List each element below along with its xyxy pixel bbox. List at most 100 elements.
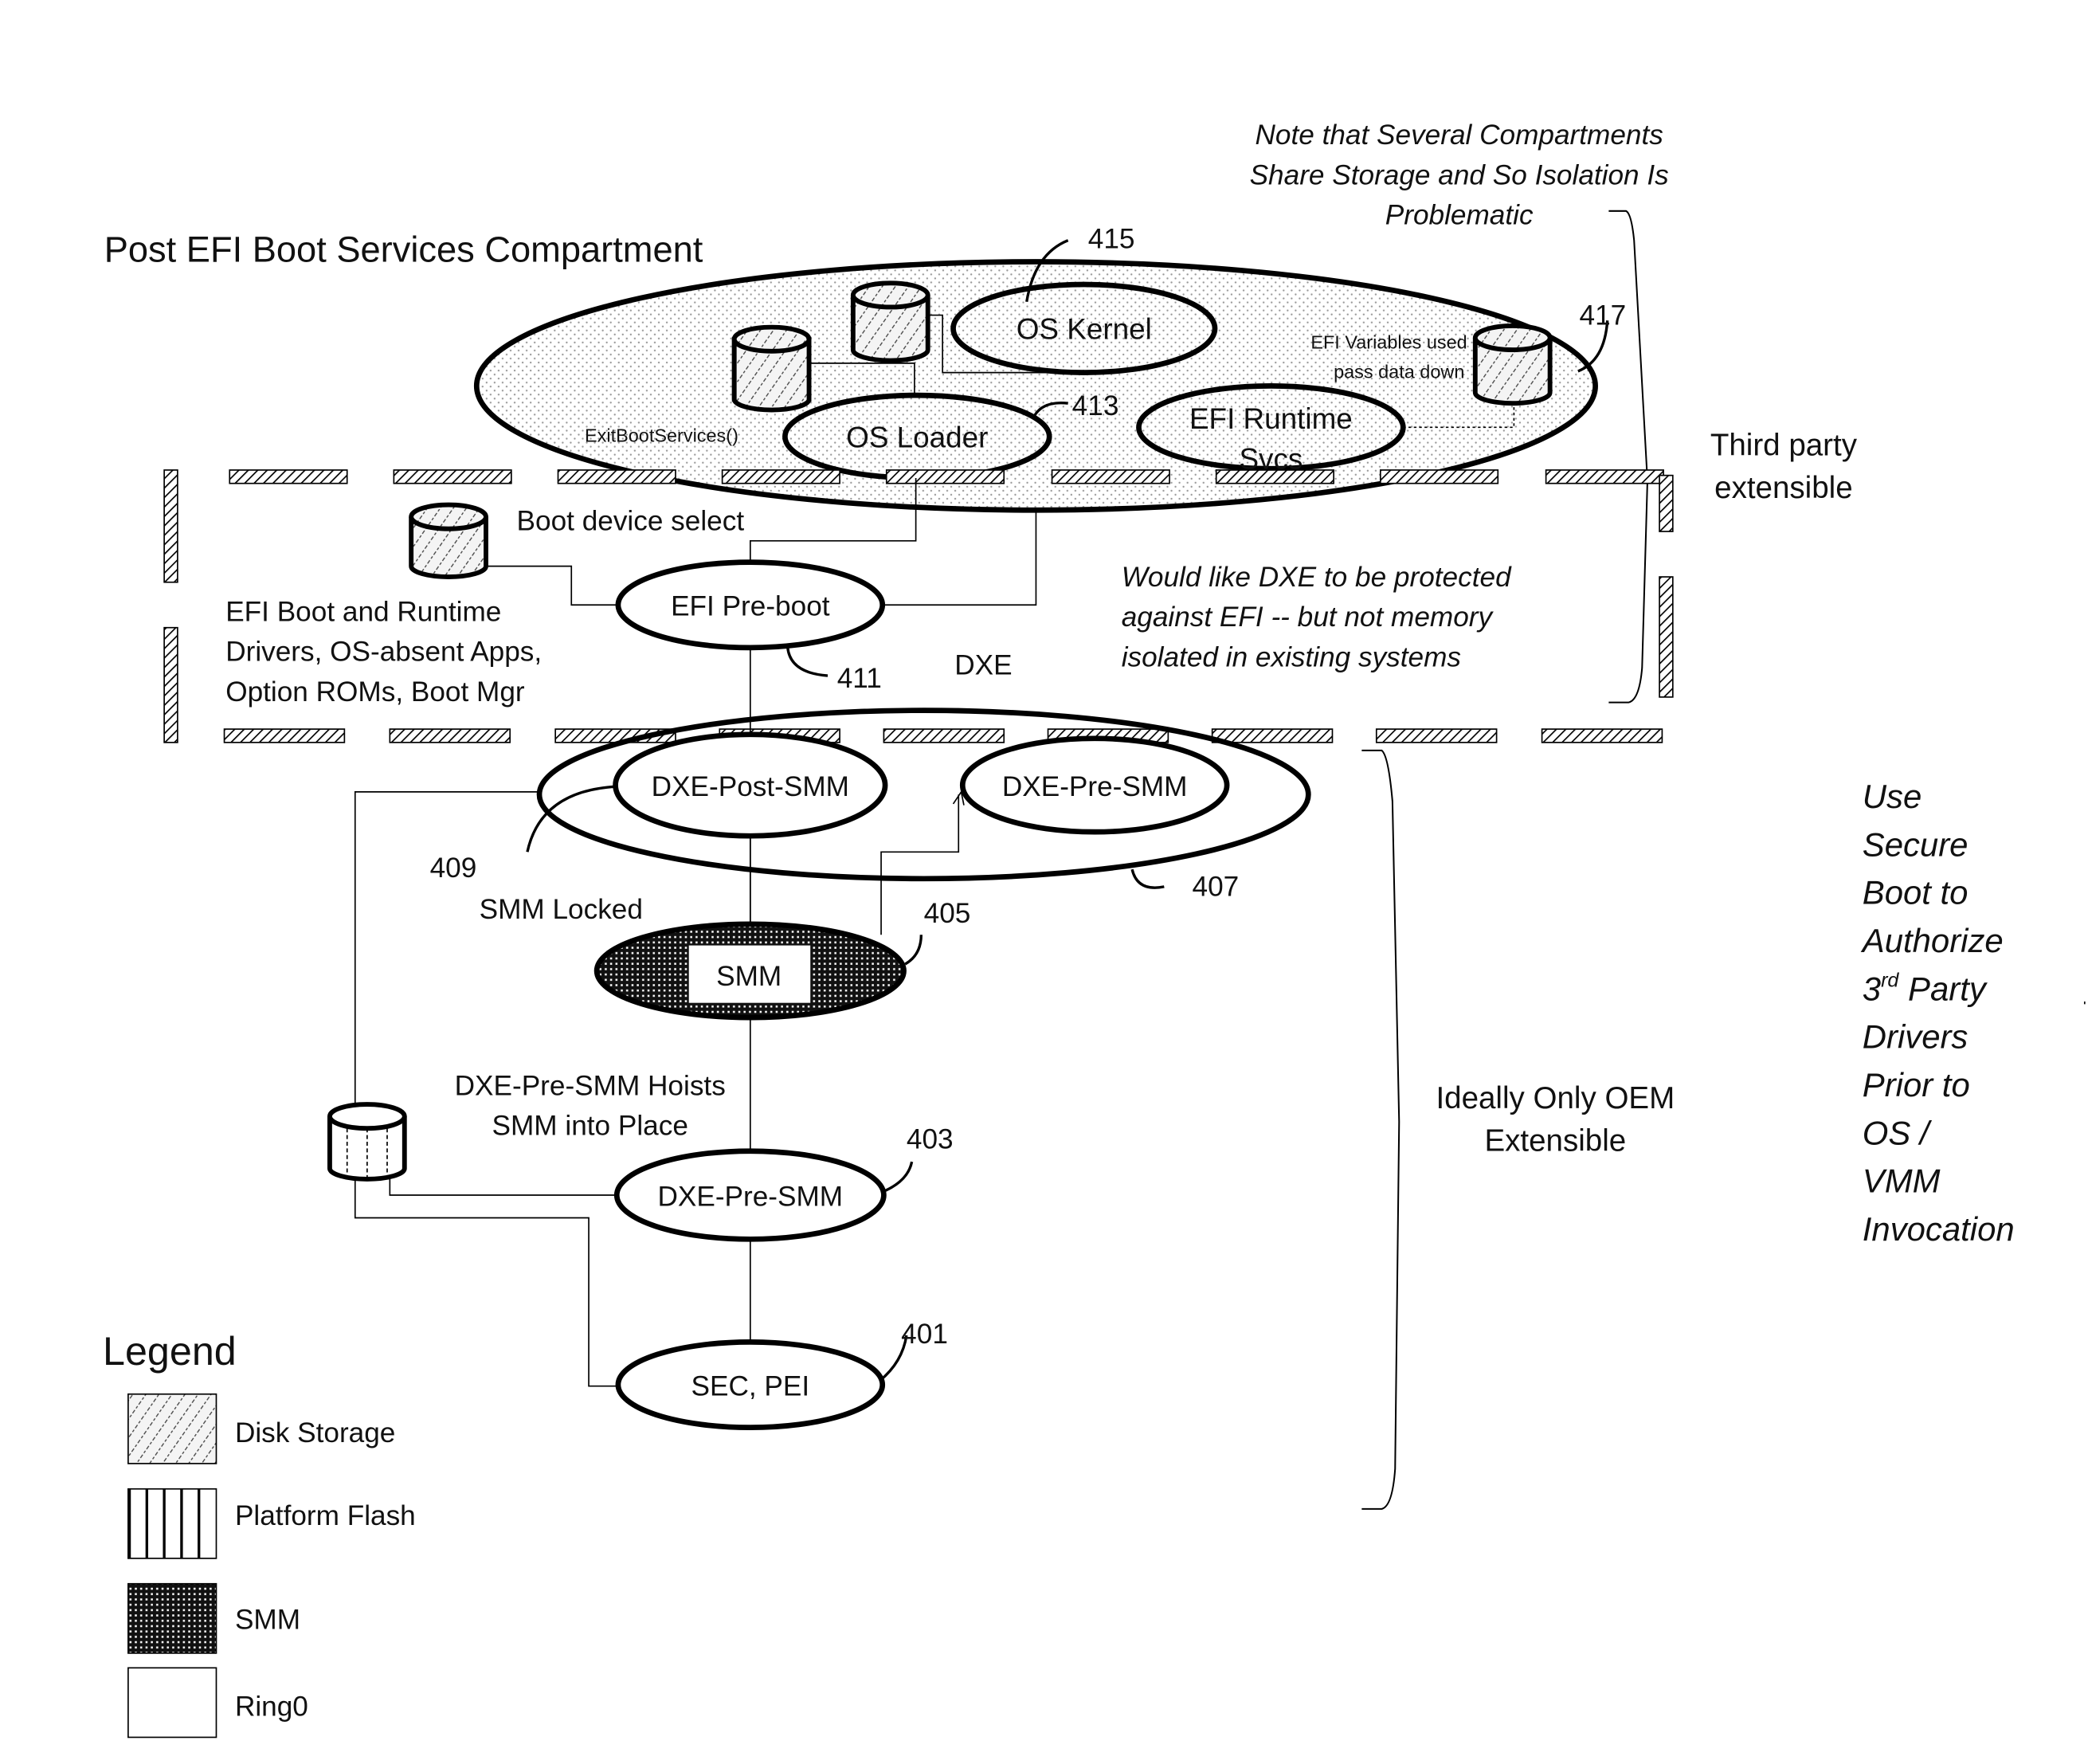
ref-403: 403 bbox=[907, 1123, 954, 1154]
secure-boot-note: Use Secure Boot to Authorize 3rd Party D… bbox=[1860, 778, 2015, 1248]
note-line: Use bbox=[1863, 778, 1922, 815]
stray-mark bbox=[2083, 1002, 2086, 1005]
dashed-border-segment bbox=[163, 626, 178, 743]
dashed-border-segment bbox=[1215, 469, 1334, 484]
note-line: Authorize bbox=[1860, 922, 2004, 959]
legend: Legend Disk Storage Platform Flash SMM R… bbox=[103, 1328, 416, 1739]
oem-extensible-label: Ideally Only OEM bbox=[1436, 1081, 1675, 1115]
dashed-border-segment bbox=[229, 469, 348, 484]
ref-417: 417 bbox=[1580, 300, 1627, 331]
dxe-protection-note: against EFI -- but not memory bbox=[1122, 602, 1495, 633]
note-line: Invocation bbox=[1863, 1210, 2015, 1248]
legend-label: Ring0 bbox=[235, 1691, 308, 1723]
ordinal-rest: Party bbox=[1898, 970, 1988, 1007]
smm-locked-label: SMM Locked bbox=[480, 894, 643, 925]
connector-line bbox=[883, 511, 1037, 606]
dashed-border-segment bbox=[223, 728, 346, 743]
hoists-label: DXE-Pre-SMM Hoists bbox=[455, 1070, 726, 1101]
legend-title: Legend bbox=[103, 1328, 237, 1374]
os-loader-label: OS Loader bbox=[846, 421, 988, 453]
dashed-border-segment bbox=[721, 469, 840, 484]
disk-storage-icon bbox=[850, 280, 930, 363]
legend-label: SMM bbox=[235, 1605, 300, 1636]
legend-swatch-platform-flash bbox=[127, 1488, 217, 1559]
ref-401: 401 bbox=[901, 1319, 948, 1350]
ref-411: 411 bbox=[837, 663, 882, 694]
legend-label: Disk Storage bbox=[235, 1417, 395, 1448]
dashed-border-segment bbox=[393, 469, 512, 484]
os-kernel-label: OS Kernel bbox=[1017, 313, 1152, 346]
legend-label: Platform Flash bbox=[235, 1500, 416, 1531]
connector-line bbox=[486, 565, 620, 606]
dxe-pre-smm-upper-label: DXE-Pre-SMM bbox=[1002, 771, 1188, 802]
dashed-border-segment bbox=[557, 469, 676, 484]
exit-boot-services-label: ExitBootServices() bbox=[585, 425, 738, 446]
ref-415: 415 bbox=[1088, 224, 1135, 255]
ref-leader bbox=[904, 935, 923, 966]
dashed-border-segment bbox=[1659, 474, 1674, 532]
disk-storage-icon bbox=[731, 324, 812, 413]
ref-407: 407 bbox=[1193, 872, 1240, 903]
note-line: OS / bbox=[1863, 1114, 1933, 1151]
efi-variables-disk-icon bbox=[1472, 323, 1553, 406]
connector-line bbox=[389, 1178, 617, 1196]
third-party-label: extensible bbox=[1714, 471, 1853, 505]
platform-flash-icon bbox=[327, 1102, 407, 1182]
efi-drivers-label: Drivers, OS-absent Apps, bbox=[225, 637, 542, 668]
sec-pei-label: SEC, PEI bbox=[691, 1370, 810, 1401]
third-party-brace bbox=[1608, 210, 1648, 704]
efi-drivers-label: Option ROMs, Boot Mgr bbox=[225, 676, 525, 708]
ref-leader bbox=[1130, 868, 1165, 889]
note-line: Note that Several Compartments bbox=[1255, 120, 1663, 151]
ref-leader bbox=[786, 647, 829, 677]
legend-swatch-ring0 bbox=[127, 1667, 217, 1739]
note-line: Secure bbox=[1863, 825, 1969, 863]
dashed-border-segment bbox=[1375, 728, 1498, 743]
ordinal-number: 3 bbox=[1863, 970, 1881, 1007]
dxe-label: DXE bbox=[954, 649, 1012, 680]
disk-storage-icon bbox=[409, 502, 488, 579]
note-line: VMM bbox=[1863, 1162, 1941, 1200]
note-line: Prior to bbox=[1863, 1066, 1970, 1103]
oem-extensible-label: Extensible bbox=[1484, 1124, 1626, 1158]
efi-drivers-label: EFI Boot and Runtime bbox=[225, 596, 501, 627]
oem-brace bbox=[1361, 749, 1400, 1510]
note-line: Share Storage and So Isolation Is bbox=[1250, 159, 1669, 190]
ref-leader bbox=[880, 1161, 914, 1194]
efi-variables-label: EFI Variables used bbox=[1310, 331, 1467, 352]
dashed-border-segment bbox=[1211, 728, 1334, 743]
boot-device-select-label: Boot device select bbox=[517, 505, 745, 536]
efi-boot-compartments-diagram: Post EFI Boot Services Compartment Note … bbox=[103, 120, 2086, 1739]
note-line: 3rd Party bbox=[1863, 970, 1988, 1008]
dashed-border-segment bbox=[885, 469, 1005, 484]
dxe-pre-smm-lower-label: DXE-Pre-SMM bbox=[658, 1181, 844, 1212]
dashed-border-segment bbox=[1545, 469, 1664, 484]
ordinal-suffix: rd bbox=[1881, 970, 1899, 992]
dashed-border-segment bbox=[1051, 469, 1170, 484]
smm-label: SMM bbox=[716, 961, 782, 992]
dxe-protection-note: isolated in existing systems bbox=[1122, 641, 1461, 672]
dashed-border-segment bbox=[1379, 469, 1499, 484]
compartment-title: Post EFI Boot Services Compartment bbox=[104, 229, 703, 269]
dashed-border-segment bbox=[883, 728, 1005, 743]
ref-405: 405 bbox=[924, 898, 971, 929]
third-party-label: Third party bbox=[1710, 429, 1858, 463]
ref-413: 413 bbox=[1072, 390, 1119, 421]
dashed-border-segment bbox=[1541, 728, 1663, 743]
legend-swatch-smm bbox=[127, 1582, 217, 1654]
note-line: Problematic bbox=[1385, 200, 1534, 231]
efi-runtime-label: EFI Runtime bbox=[1189, 402, 1353, 435]
efi-preboot-label: EFI Pre-boot bbox=[671, 591, 830, 622]
ref-409: 409 bbox=[430, 853, 477, 884]
dxe-protection-note: Would like DXE to be protected bbox=[1122, 562, 1512, 593]
note-line: Boot to bbox=[1863, 874, 1969, 911]
hoists-label: SMM into Place bbox=[492, 1111, 688, 1142]
efi-variables-label: pass data down bbox=[1334, 361, 1464, 382]
dashed-border-segment bbox=[163, 469, 178, 583]
dxe-post-smm-label: DXE-Post-SMM bbox=[652, 771, 849, 802]
legend-swatch-disk-storage bbox=[127, 1393, 217, 1464]
dashed-border-segment bbox=[1659, 576, 1674, 698]
note-line: Drivers bbox=[1863, 1018, 1969, 1056]
shared-storage-note: Note that Several Compartments Share Sto… bbox=[1250, 120, 1669, 231]
dashed-border-segment bbox=[389, 728, 511, 743]
